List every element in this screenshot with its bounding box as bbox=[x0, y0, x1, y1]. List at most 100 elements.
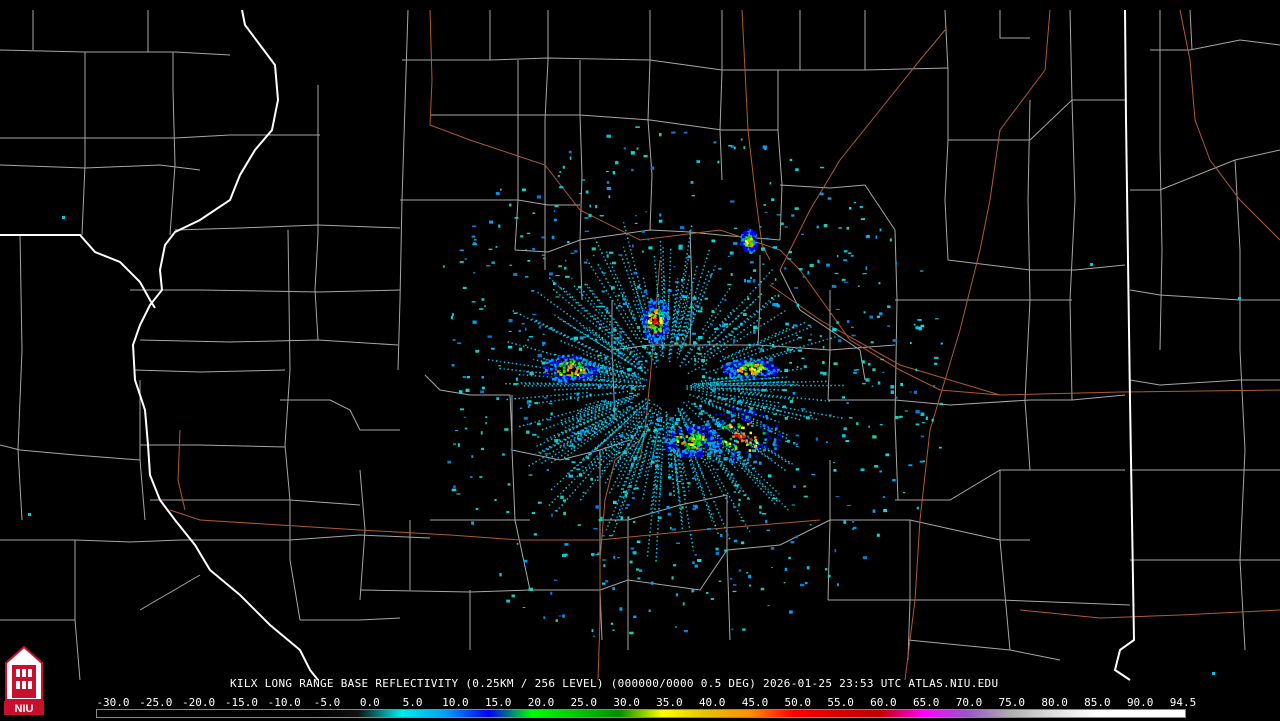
radar-echo bbox=[661, 296, 664, 299]
radar-echo bbox=[661, 276, 663, 279]
radar-echo bbox=[569, 324, 571, 327]
radar-echo bbox=[639, 287, 642, 290]
radar-echo bbox=[603, 418, 605, 420]
radar-echo bbox=[759, 447, 761, 450]
radar-echo bbox=[716, 368, 719, 370]
radar-echo bbox=[633, 283, 636, 285]
radar-echo bbox=[641, 250, 644, 253]
radar-echo bbox=[796, 383, 798, 386]
radar-echo bbox=[652, 439, 654, 442]
radar-echo bbox=[594, 447, 597, 449]
radar-echo bbox=[662, 251, 664, 253]
radar-echo bbox=[716, 437, 719, 440]
radar-echo bbox=[652, 416, 654, 418]
radar-echo bbox=[615, 435, 618, 437]
radar-echo bbox=[643, 419, 645, 421]
radar-echo bbox=[672, 318, 674, 320]
radar-echo bbox=[678, 304, 680, 306]
radar-echo bbox=[619, 456, 622, 458]
radar-echo bbox=[749, 261, 754, 264]
radar-echo bbox=[460, 408, 465, 411]
radar-echo bbox=[585, 477, 587, 479]
radar-echo bbox=[690, 358, 693, 360]
radar-echo bbox=[535, 366, 537, 368]
radar-echo bbox=[647, 551, 649, 553]
radar-echo bbox=[652, 310, 654, 312]
radar-echo bbox=[571, 304, 573, 307]
radar-echo bbox=[579, 472, 581, 475]
radar-echo bbox=[750, 324, 752, 326]
radar-echo bbox=[729, 383, 731, 385]
radar-echo bbox=[704, 412, 706, 414]
radar-echo bbox=[583, 290, 585, 293]
radar-echo bbox=[641, 442, 643, 444]
radar-echo bbox=[781, 458, 783, 460]
radar-echo bbox=[593, 365, 595, 367]
radar-echo bbox=[692, 471, 695, 473]
radar-echo bbox=[598, 342, 600, 344]
radar-echo bbox=[555, 296, 560, 298]
radar-echo bbox=[619, 378, 621, 381]
radar-echo bbox=[788, 383, 790, 386]
radar-echo bbox=[726, 467, 728, 470]
radar-echo bbox=[844, 281, 849, 283]
radar-echo bbox=[495, 192, 500, 195]
radar-echo bbox=[662, 267, 665, 269]
radar-echo bbox=[612, 409, 614, 412]
radar-echo bbox=[585, 455, 588, 457]
radar-echo bbox=[619, 302, 621, 305]
radar-echo bbox=[726, 389, 728, 392]
radar-echo bbox=[625, 507, 628, 509]
radar-echo bbox=[691, 323, 693, 326]
radar-echo bbox=[614, 359, 616, 361]
radar-echo bbox=[594, 414, 596, 416]
radar-echo bbox=[614, 385, 617, 388]
radar-echo bbox=[895, 416, 899, 419]
radar-echo bbox=[774, 452, 776, 454]
radar-echo bbox=[577, 365, 579, 368]
radar-echo bbox=[714, 316, 717, 319]
radar-echo bbox=[758, 461, 762, 465]
radar-echo bbox=[721, 519, 723, 521]
radar-echo bbox=[931, 418, 934, 422]
radar-echo bbox=[680, 321, 683, 323]
radar-echo bbox=[724, 471, 726, 474]
radar-echo bbox=[586, 283, 588, 286]
radar-echo bbox=[760, 406, 763, 408]
radar-echo bbox=[607, 401, 610, 403]
radar-echo bbox=[777, 454, 780, 457]
radar-echo bbox=[579, 420, 582, 422]
radar-echo bbox=[561, 504, 563, 506]
radar-echo bbox=[890, 390, 894, 394]
radar-echo bbox=[648, 402, 651, 405]
radar-echo bbox=[688, 522, 690, 524]
radar-echo bbox=[606, 416, 609, 418]
radar-echo bbox=[624, 484, 626, 487]
radar-echo bbox=[694, 456, 697, 459]
radar-echo bbox=[698, 382, 700, 385]
radar-echo bbox=[682, 358, 685, 360]
radar-echo bbox=[734, 390, 736, 392]
radar-echo bbox=[635, 417, 637, 419]
radar-echo bbox=[633, 264, 636, 267]
radar-echo bbox=[801, 408, 806, 410]
radar-echo bbox=[749, 303, 752, 306]
radar-echo bbox=[657, 295, 659, 298]
radar-echo bbox=[773, 497, 775, 499]
radar-echo bbox=[846, 402, 849, 404]
radar-echo bbox=[574, 327, 576, 329]
radar-echo bbox=[653, 450, 655, 452]
radar-echo bbox=[606, 404, 608, 406]
radar-echo bbox=[684, 494, 687, 497]
radar-echo bbox=[572, 366, 574, 369]
radar-echo bbox=[631, 380, 633, 382]
radar-echo bbox=[700, 289, 703, 292]
radar-echo bbox=[744, 388, 747, 391]
radar-echo bbox=[656, 432, 658, 434]
county-boundaries bbox=[0, 9, 1280, 681]
radar-echo bbox=[666, 418, 668, 420]
radar-echo bbox=[523, 364, 526, 366]
radar-echo bbox=[585, 434, 587, 437]
radar-echo bbox=[573, 365, 575, 367]
radar-echo bbox=[530, 347, 533, 350]
